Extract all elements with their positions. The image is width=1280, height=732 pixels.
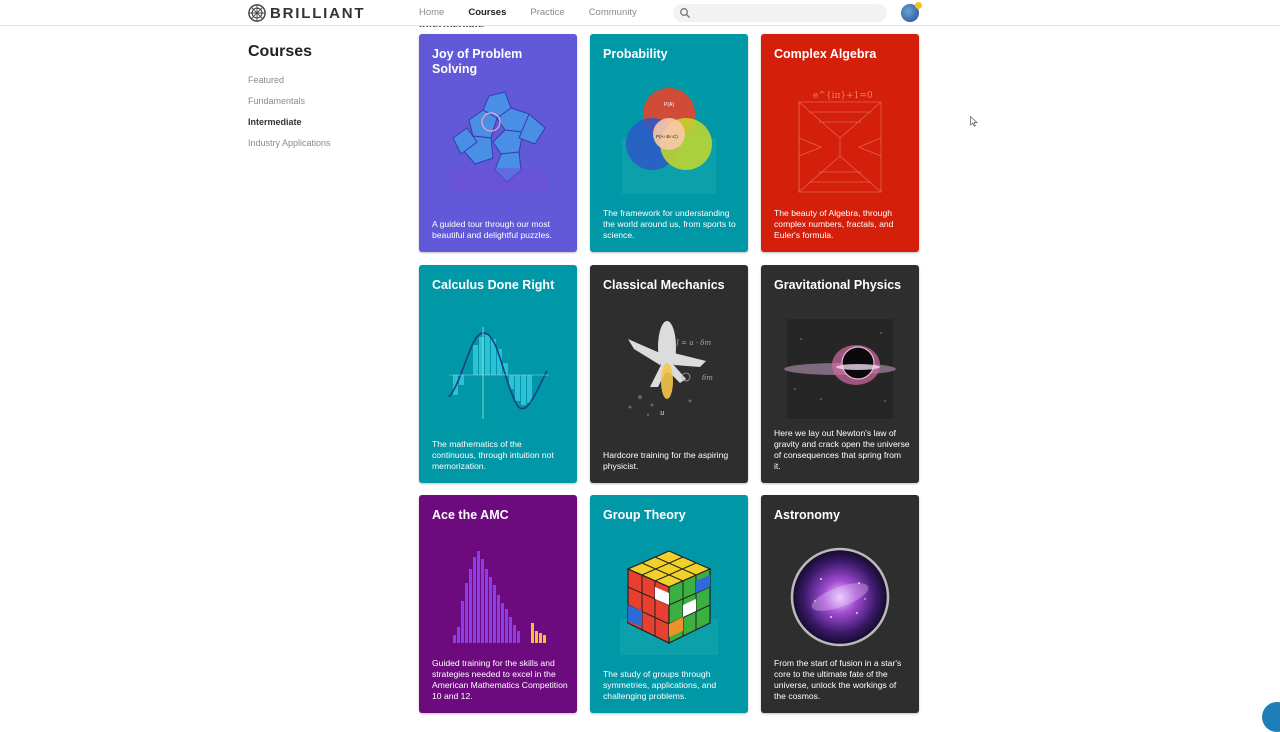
nav-community[interactable]: Community [589, 7, 637, 18]
nav-practice[interactable]: Practice [530, 7, 564, 18]
pentagon-tiling-illustration [449, 91, 547, 192]
course-card-joy-of-problem-solving[interactable]: Joy of Problem Solving A guided tour thr… [419, 34, 577, 252]
nav-home[interactable]: Home [419, 7, 444, 18]
course-title: Joy of Problem Solving [432, 47, 523, 76]
course-title: Calculus Done Right [432, 278, 555, 292]
delta-m-label: δm [702, 374, 713, 382]
sidebar-item-fundamentals[interactable]: Fundamentals [248, 95, 331, 116]
sidebar-title: Courses [248, 43, 313, 60]
course-description: Guided training for the skills and strat… [432, 658, 568, 701]
sidebar-item-intermediate[interactable]: Intermediate [248, 116, 331, 137]
sidebar-item-industry-applications[interactable]: Industry Applications [248, 137, 331, 158]
brilliant-logo[interactable]: BRILLIANT [248, 3, 365, 23]
course-description: From the start of fusion in a star's cor… [774, 658, 902, 701]
venn-diagram-illustration: P(A) P(A∩B∩C) [622, 88, 716, 194]
course-card-gravitational-physics[interactable]: Gravitational Physics Here we lay out Ne… [761, 265, 919, 483]
search-icon [680, 8, 690, 18]
notification-dot [915, 2, 922, 9]
momentum-equation: J = u · δm [674, 339, 712, 347]
galaxy-illustration [790, 547, 890, 647]
brilliant-logo-icon [248, 4, 266, 22]
course-card-group-theory[interactable]: Group Theory The study of groups through… [590, 495, 748, 713]
course-title: Probability [603, 47, 668, 61]
rubiks-cube-illustration [620, 550, 718, 655]
sidebar-category-list: Featured Fundamentals Intermediate Indus… [248, 74, 331, 158]
main-nav: Home Courses Practice Community [419, 7, 661, 18]
search-box [673, 4, 887, 22]
black-hole-illustration [784, 319, 896, 419]
avatar[interactable] [901, 2, 922, 22]
fractal-illustration: e^{iπ}+1=0 [798, 91, 882, 193]
course-description: The mathematics of the continuous, throu… [432, 439, 554, 471]
histogram-illustration [453, 551, 546, 643]
course-title: Ace the AMC [432, 508, 509, 522]
venn-label: P(A) [664, 102, 674, 108]
course-title: Gravitational Physics [774, 278, 902, 292]
nav-courses[interactable]: Courses [468, 7, 506, 18]
course-title: Group Theory [603, 508, 686, 522]
course-card-classical-mechanics[interactable]: Classical Mechanics J = u · δm δm u Hard… [590, 265, 748, 483]
course-card-ace-the-amc[interactable]: Ace the AMC Guided training for the skil… [419, 495, 577, 713]
course-description: The framework for understanding the worl… [603, 208, 736, 240]
velocity-label: u [660, 409, 665, 417]
course-description: A guided tour through our most beautiful… [432, 219, 552, 240]
course-description: The beauty of Algebra, through complex n… [774, 208, 894, 240]
search-input[interactable] [695, 6, 881, 20]
course-title: Astronomy [774, 508, 840, 522]
course-description: Here we lay out Newton's law of gravity … [774, 428, 910, 471]
course-card-astronomy[interactable]: Astronomy From the start of fusion in a … [761, 495, 919, 713]
course-description: The study of groups through symmetries, … [603, 669, 717, 701]
mouse-cursor-icon [970, 116, 978, 127]
course-card-complex-algebra[interactable]: Complex Algebra e^{iπ}+1=0 The beauty of… [761, 34, 919, 252]
sidebar-item-featured[interactable]: Featured [248, 74, 331, 95]
help-chat-button[interactable] [1262, 702, 1280, 732]
course-title: Classical Mechanics [603, 278, 725, 292]
course-title: Complex Algebra [774, 47, 877, 61]
course-card-probability[interactable]: Probability P(A) P(A∩B∩C) The framework … [590, 34, 748, 252]
course-card-calculus-done-right[interactable]: Calculus Done Right The mathematics of t… [419, 265, 577, 483]
course-description: Hardcore training for the aspiring physi… [603, 450, 729, 471]
riemann-sum-illustration [448, 327, 549, 419]
brand-name: BRILLIANT [270, 4, 366, 22]
euler-formula: e^{iπ}+1=0 [813, 91, 873, 101]
top-navigation-bar: BRILLIANT Home Courses Practice Communit… [0, 0, 1280, 26]
rocket-illustration: J = u · δm δm u [628, 321, 713, 417]
venn-intersection-label: P(A∩B∩C) [656, 134, 678, 139]
